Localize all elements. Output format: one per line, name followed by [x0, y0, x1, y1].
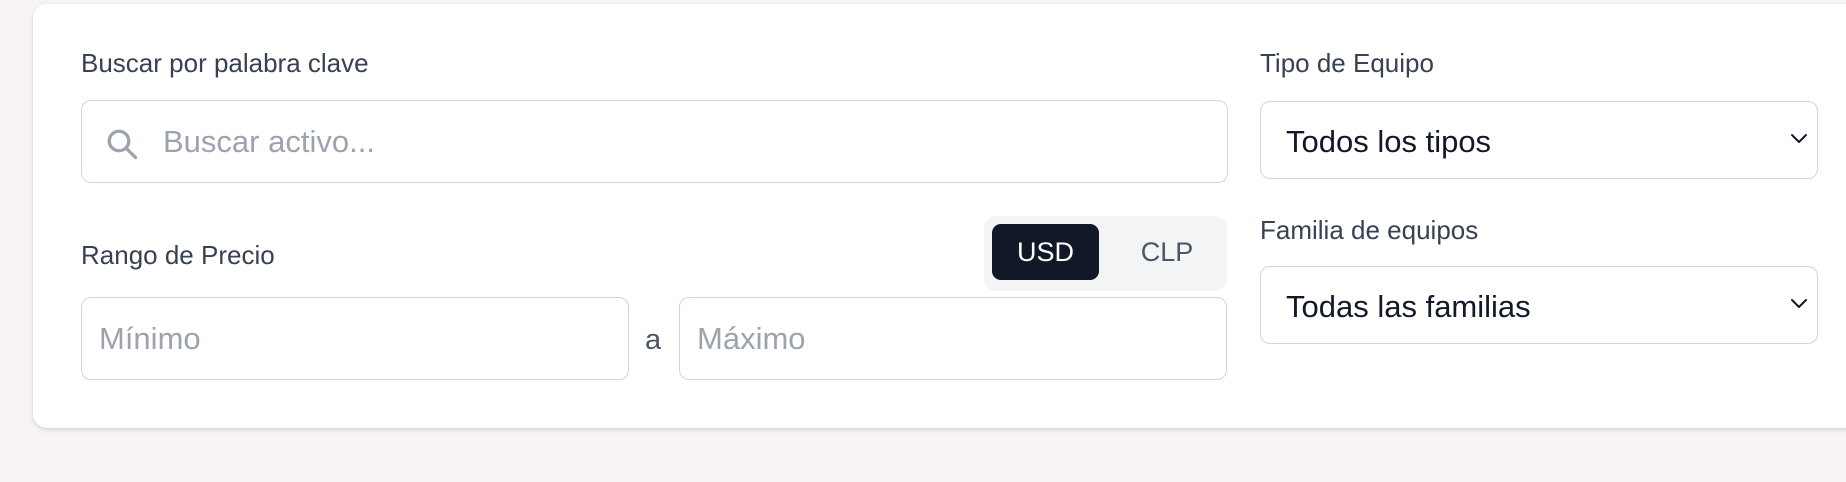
chevron-down-icon [1791, 134, 1807, 143]
chevron-down-icon [1791, 299, 1807, 308]
equipment-type-label: Tipo de Equipo [1260, 48, 1434, 78]
equipment-family-select[interactable]: Todas las familias [1260, 266, 1818, 344]
currency-usd-button[interactable]: USD [992, 224, 1099, 280]
currency-toggle: USD CLP [984, 216, 1227, 291]
range-separator: a [645, 324, 662, 356]
search-icon [107, 129, 138, 160]
equipment-type-select[interactable]: Todos los tipos [1260, 101, 1818, 179]
equipment-type-value: Todos los tipos [1286, 124, 1492, 159]
equipment-family-value: Todas las familias [1286, 289, 1531, 324]
price-range-label: Rango de Precio [81, 240, 275, 270]
currency-clp-button[interactable]: CLP [1122, 224, 1212, 280]
filter-panel: Buscar por palabra clave Rango de Precio… [33, 4, 1846, 428]
max-price-input[interactable] [679, 297, 1227, 380]
search-label: Buscar por palabra clave [81, 48, 369, 78]
search-input[interactable] [81, 100, 1228, 183]
min-price-input[interactable] [81, 297, 629, 380]
equipment-family-label: Familia de equipos [1260, 215, 1479, 245]
